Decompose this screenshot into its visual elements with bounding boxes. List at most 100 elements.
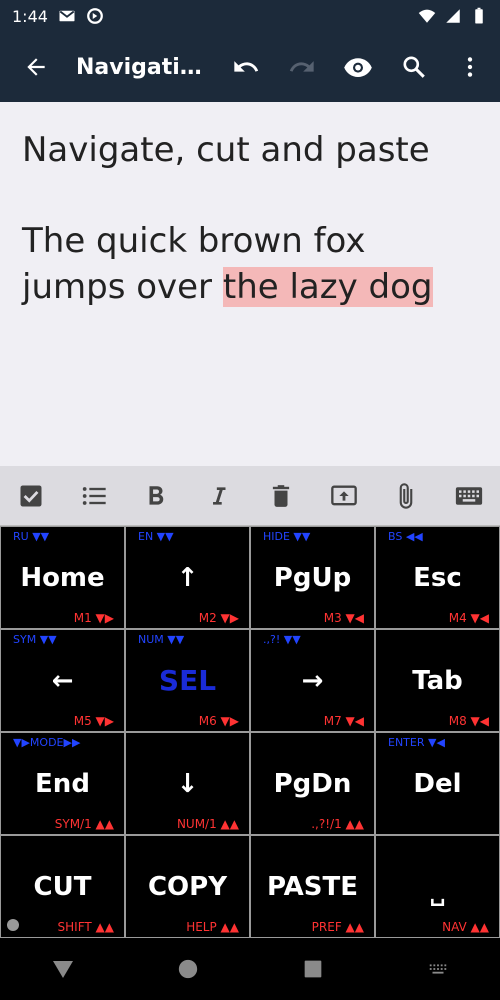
key-label: PgUp	[273, 562, 352, 593]
key-del[interactable]: ENTER ▼◀ Del	[376, 733, 499, 834]
arrow-down-icon: ↓	[176, 768, 199, 799]
attach-button[interactable]	[384, 474, 428, 518]
signal-icon	[446, 9, 460, 23]
overflow-menu-button[interactable]	[444, 39, 496, 95]
key-hint-swipe: ENTER ▼◀	[388, 736, 445, 749]
app-toolbar: Navigati…	[0, 32, 500, 102]
selected-text: the lazy dog	[222, 267, 433, 307]
dot-indicator-icon	[7, 919, 19, 931]
triangle-back-icon	[52, 961, 73, 978]
key-tab[interactable]: Tab M8 ▼◀	[376, 630, 499, 731]
space-icon: ␣	[429, 882, 446, 907]
screen: 1:44 Navigati… Navigate, cut and paste T…	[0, 0, 500, 1000]
key-hint-swipe: BS ◀◀	[388, 530, 423, 543]
key-label: CUT	[33, 871, 92, 902]
navigation-keyboard: RU ▼▼ Home M1 ▼▶ EN ▼▼ ↑ M2 ▼▶ HIDE ▼▼ P…	[0, 526, 500, 938]
arrow-up-icon: ↑	[176, 562, 199, 593]
key-hint-layer: .,?!/1 ▲▲	[311, 817, 364, 831]
battery-icon	[475, 7, 483, 24]
key-paste[interactable]: PASTE PREF ▲▲	[251, 836, 374, 937]
key-cut[interactable]: CUT SHIFT ▲▲	[1, 836, 124, 937]
key-pgdn[interactable]: PgDn .,?!/1 ▲▲	[251, 733, 374, 834]
checkbox-icon	[20, 485, 42, 506]
key-hint-swipe: RU ▼▼	[13, 530, 50, 543]
nav-home-button[interactable]	[158, 939, 218, 999]
key-hint-swipe: .,?! ▼▼	[263, 633, 301, 646]
back-button[interactable]	[8, 39, 64, 95]
key-hint-swipe: NUM ▼▼	[138, 633, 185, 646]
key-hint-macro: M8 ▼◀	[448, 714, 489, 728]
key-esc[interactable]: BS ◀◀ Esc M4 ▼◀	[376, 527, 499, 628]
key-pgup[interactable]: HIDE ▼▼ PgUp M3 ▼◀	[251, 527, 374, 628]
nav-back-button[interactable]	[33, 939, 93, 999]
circle-home-icon	[178, 959, 197, 979]
key-end[interactable]: ▼▶MODE▶▶ End SYM/1 ▲▲	[1, 733, 124, 834]
key-label: Tab	[412, 665, 463, 696]
key-label: SEL	[158, 664, 217, 697]
key-hint-macro: M3 ▼◀	[323, 611, 364, 625]
key-select[interactable]: NUM ▼▼ SEL M6 ▼▶	[126, 630, 249, 731]
key-hint-swipe: EN ▼▼	[138, 530, 174, 543]
nav-recents-button[interactable]	[283, 939, 343, 999]
arrow-back-icon	[27, 58, 45, 76]
share-screen-icon	[330, 485, 357, 505]
redo-button[interactable]	[276, 39, 328, 95]
wifi-icon	[418, 9, 436, 23]
key-label: PgDn	[273, 768, 352, 799]
key-hint-macro: M2 ▼▶	[198, 611, 239, 625]
italic-icon	[212, 486, 226, 505]
square-recents-icon	[304, 960, 321, 978]
key-hint-layer: HELP ▲▲	[186, 920, 239, 934]
keyboard-icon	[429, 964, 446, 974]
key-hint-swipe: SYM ▼▼	[13, 633, 57, 646]
key-hint-macro: M7 ▼◀	[323, 714, 364, 728]
key-up[interactable]: EN ▼▼ ↑ M2 ▼▶	[126, 527, 249, 628]
keyboard-icon	[455, 486, 482, 505]
bullet-list-button[interactable]	[72, 474, 116, 518]
attachment-icon	[399, 482, 413, 509]
status-bar: 1:44	[0, 0, 500, 32]
key-space[interactable]: ␣ NAV ▲▲	[376, 836, 499, 937]
key-hint-layer: SHIFT ▲▲	[57, 920, 114, 934]
checkbox-button[interactable]	[9, 474, 53, 518]
key-left[interactable]: SYM ▼▼ ← M5 ▼▶	[1, 630, 124, 731]
share-button[interactable]	[322, 474, 366, 518]
keyboard-button[interactable]	[447, 474, 491, 518]
key-label: Del	[413, 768, 462, 799]
more-vert-icon	[467, 57, 473, 77]
preview-button[interactable]	[332, 39, 384, 95]
key-hint-layer: NUM/1 ▲▲	[176, 817, 239, 831]
note-title[interactable]: Navigate, cut and paste	[22, 128, 478, 172]
redo-icon	[289, 61, 314, 72]
key-hint-macro: M4 ▼◀	[448, 611, 489, 625]
key-label: Home	[20, 562, 105, 593]
key-hint-macro: M5 ▼▶	[73, 714, 114, 728]
key-right[interactable]: .,?! ▼▼ → M7 ▼◀	[251, 630, 374, 731]
delete-button[interactable]	[259, 474, 303, 518]
note-editor[interactable]: Navigate, cut and paste The quick brown …	[0, 102, 500, 466]
search-icon	[403, 56, 425, 78]
trash-icon	[273, 484, 290, 507]
key-down[interactable]: ↓ NUM/1 ▲▲	[126, 733, 249, 834]
formatting-toolbar	[0, 466, 500, 526]
key-hint-layer: SYM/1 ▲▲	[54, 817, 114, 831]
list-icon	[82, 486, 106, 505]
italic-button[interactable]	[197, 474, 241, 518]
undo-button[interactable]	[220, 39, 272, 95]
keyboard-switch-button[interactable]	[408, 939, 468, 999]
key-hint-layer: NAV ▲▲	[442, 920, 489, 934]
note-body[interactable]: The quick brown fox jumps over the lazy …	[22, 218, 478, 310]
key-label: COPY	[147, 871, 228, 902]
key-home[interactable]: RU ▼▼ Home M1 ▼▶	[1, 527, 124, 628]
key-label: Esc	[413, 562, 462, 593]
key-label: PASTE	[266, 871, 358, 902]
eye-icon	[344, 58, 372, 77]
search-button[interactable]	[388, 39, 440, 95]
bold-button[interactable]	[134, 474, 178, 518]
system-navigation-bar	[0, 938, 500, 1000]
arrow-left-icon: ←	[51, 665, 74, 696]
key-label: End	[35, 768, 90, 799]
page-title: Navigati…	[76, 54, 202, 80]
key-copy[interactable]: COPY HELP ▲▲	[126, 836, 249, 937]
bold-icon	[149, 485, 164, 505]
